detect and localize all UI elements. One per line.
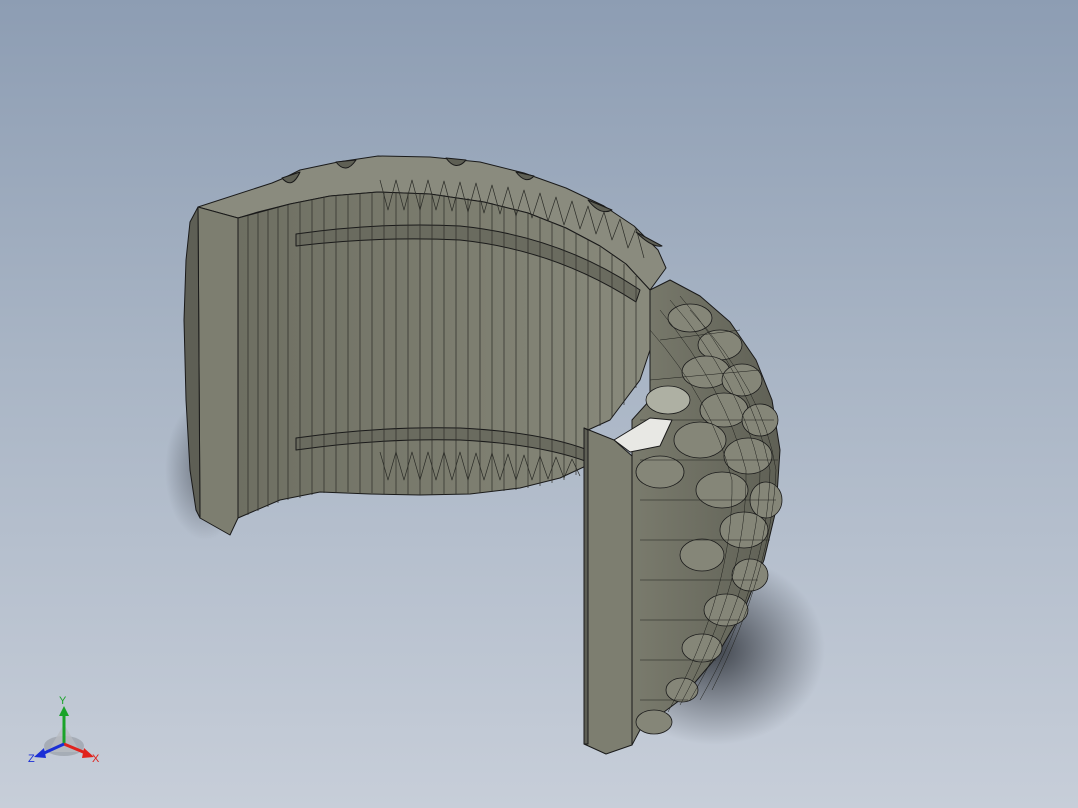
y-axis-arrow	[59, 706, 69, 716]
z-axis-label: Z	[28, 753, 35, 765]
y-axis-label: Y	[59, 695, 67, 707]
z-axis-arrow	[34, 748, 46, 758]
orientation-triad[interactable]: Y X Z	[26, 694, 106, 770]
right-end-face	[583, 427, 633, 755]
right-end-inner	[583, 427, 589, 745]
left-end-face	[197, 206, 239, 536]
x-axis-label: X	[92, 753, 100, 765]
graphics-viewport[interactable]: Y X Z	[0, 0, 1078, 808]
3d-model-view[interactable]	[0, 0, 1078, 808]
tire-model[interactable]	[183, 155, 783, 755]
